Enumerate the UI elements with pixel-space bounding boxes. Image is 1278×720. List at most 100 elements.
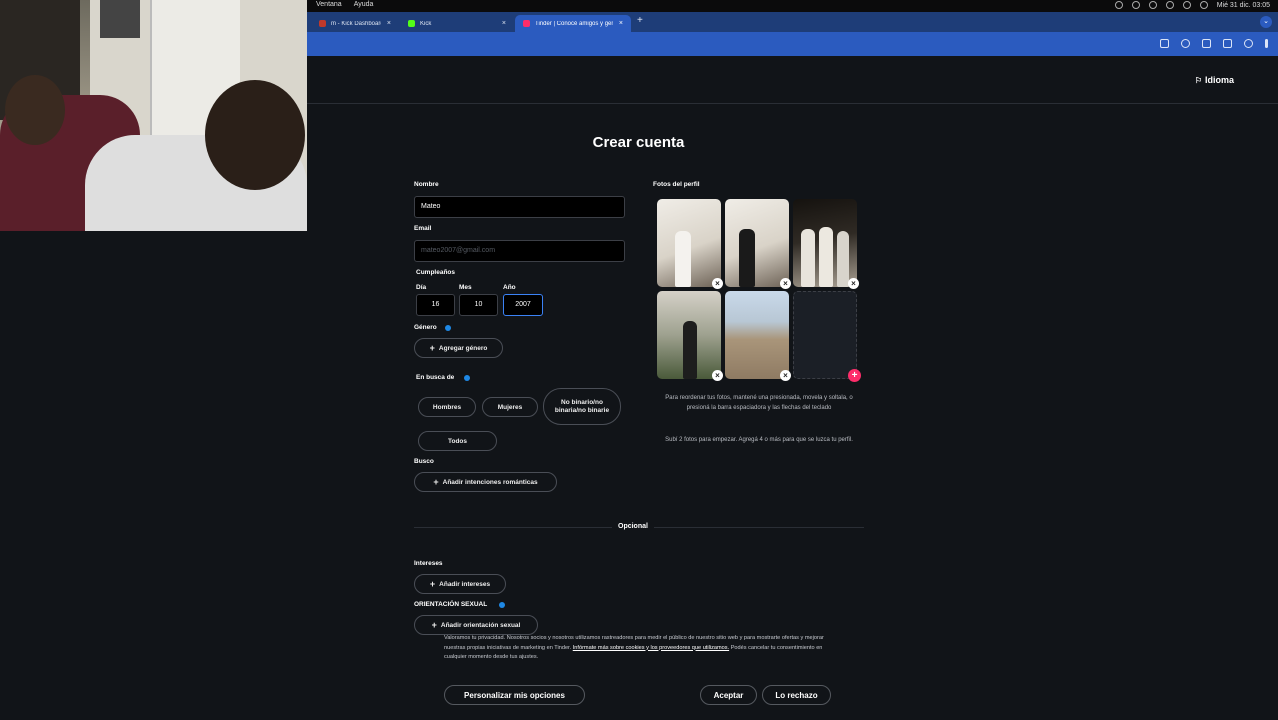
menu-extras-icon[interactable]: [1199, 1, 1208, 9]
cookie-info-link[interactable]: Infórmate más sobre cookies y los provee…: [573, 645, 729, 651]
language-button[interactable]: ⚐ Idioma: [1195, 75, 1234, 85]
photo-figure: [683, 321, 697, 379]
looking-for-info-icon[interactable]: [464, 375, 470, 381]
spotlight-search-icon[interactable]: [1182, 1, 1191, 9]
birthday-label: Cumpleaños: [416, 269, 456, 276]
clock[interactable]: Mié 31 dic. 03:05: [1217, 2, 1270, 9]
add-orientation-label: Añadir orientación sexual: [440, 621, 521, 629]
close-tab-icon[interactable]: ×: [619, 20, 623, 27]
puzzle-icon[interactable]: [1223, 39, 1232, 48]
browser-tab-strip: m - Kick Dashboard × Kick × Tinder | Con…: [307, 12, 1278, 32]
kick-favicon-icon: [408, 20, 415, 27]
day-input[interactable]: 16: [416, 294, 455, 316]
plus-icon: +: [429, 579, 436, 589]
status-icon[interactable]: [1131, 1, 1140, 9]
photos-upload-note: Subí 2 fotos para empezar. Agregá 4 o má…: [665, 437, 853, 443]
profile-photo-1[interactable]: [657, 199, 721, 287]
remove-photo-2-icon[interactable]: ×: [780, 278, 791, 289]
gender-info-icon[interactable]: [445, 325, 451, 331]
add-gender-label: Agregar género: [438, 344, 488, 352]
orientation-label: ORIENTACIÓN SEXUAL: [414, 601, 488, 608]
photo-figure: [819, 227, 833, 287]
webcam-poster: [100, 0, 140, 38]
tab-label: m - Kick Dashboard: [331, 20, 381, 27]
cast-icon[interactable]: [1160, 39, 1169, 48]
empty-photo-slot[interactable]: [793, 291, 857, 379]
tinder-favicon-icon: [523, 20, 530, 27]
cookie-banner-text: Valoramos tu privacidad. Nosotros socios…: [444, 634, 834, 663]
seeking-label: Busco: [414, 458, 434, 465]
looking-for-label: En busca de: [416, 374, 455, 381]
webcam-head-left: [5, 75, 65, 145]
webcam-head-right: [205, 80, 305, 190]
name-label: Nombre: [414, 181, 439, 188]
tab-label: Kick: [420, 20, 432, 27]
menu-ayuda[interactable]: Ayuda: [354, 1, 374, 8]
option-mujeres[interactable]: Mujeres: [482, 397, 538, 417]
translate-icon: ⚐: [1194, 75, 1202, 85]
remove-photo-4-icon[interactable]: ×: [712, 370, 723, 381]
add-romantic-intentions-button[interactable]: + Añadir intenciones románticas: [414, 472, 557, 492]
plus-icon: +: [429, 343, 435, 353]
control-center-icon[interactable]: [1114, 1, 1123, 9]
language-label: Idioma: [1204, 75, 1234, 85]
tab-search-chevron-icon[interactable]: ⌄: [1260, 16, 1272, 28]
year-label: Año: [503, 284, 516, 291]
orientation-info-icon[interactable]: [499, 602, 505, 608]
add-interests-button[interactable]: + Añadir intereses: [414, 574, 506, 594]
accept-cookies-button[interactable]: Aceptar: [700, 685, 757, 705]
profile-photo-2[interactable]: [725, 199, 789, 287]
remove-photo-3-icon[interactable]: ×: [848, 278, 859, 289]
email-label: Email: [414, 225, 432, 232]
reject-cookies-button[interactable]: Lo rechazo: [762, 685, 831, 705]
tab-label: Tinder | Conocé amigos y gen: [535, 20, 613, 27]
email-input[interactable]: mateo2007@gmail.com: [414, 240, 625, 262]
option-todos[interactable]: Todos: [418, 431, 497, 451]
tab-tinder[interactable]: Tinder | Conocé amigos y gen ×: [515, 15, 631, 32]
photo-figure: [801, 229, 815, 287]
option-no-binario[interactable]: No binario/no binaria/no binarie: [543, 388, 621, 425]
plus-icon: +: [431, 620, 437, 630]
photo-figure: [675, 231, 691, 287]
webcam-overlay: [0, 0, 307, 231]
remove-photo-1-icon[interactable]: ×: [712, 278, 723, 289]
page-title: Crear cuenta: [592, 134, 685, 151]
tab-kick[interactable]: Kick ×: [400, 15, 514, 32]
photos-reorder-note: Para reordenar tus fotos, mantené una pr…: [665, 395, 853, 411]
option-hombres[interactable]: Hombres: [418, 397, 476, 417]
profile-photo-4[interactable]: [657, 291, 721, 379]
header-divider: [307, 103, 1278, 104]
extension-icon[interactable]: [1202, 39, 1211, 48]
add-photo-plus-icon[interactable]: +: [848, 369, 861, 382]
interests-label: Intereses: [414, 560, 443, 567]
tinder-signup-page: ⚐ Idioma Crear cuenta Nombre Mateo Email…: [307, 56, 1278, 720]
profile-avatar-icon[interactable]: [1244, 39, 1253, 48]
photo-figure: [837, 231, 849, 287]
close-tab-icon[interactable]: ×: [502, 20, 506, 27]
wifi-icon[interactable]: [1165, 1, 1174, 9]
add-orientation-button[interactable]: + Añadir orientación sexual: [414, 615, 538, 635]
remove-photo-5-icon[interactable]: ×: [780, 370, 791, 381]
menu-ventana[interactable]: Ventana: [316, 1, 342, 8]
profile-photo-3[interactable]: [793, 199, 857, 287]
name-input[interactable]: Mateo: [414, 196, 625, 218]
close-tab-icon[interactable]: ×: [387, 20, 391, 27]
photos-label: Fotos del perfil: [653, 181, 700, 188]
kebab-menu-icon[interactable]: [1265, 39, 1268, 48]
focus-moon-icon[interactable]: [1148, 1, 1157, 9]
day-label: Día: [416, 284, 427, 291]
new-tab-plus-icon[interactable]: +: [637, 15, 643, 26]
add-gender-button[interactable]: + Agregar género: [414, 338, 503, 358]
browser-toolbar: [307, 32, 1278, 56]
add-romantic-intentions-label: Añadir intenciones románticas: [442, 478, 538, 486]
year-input[interactable]: 2007: [503, 294, 543, 316]
add-interests-label: Añadir intereses: [439, 580, 491, 588]
bookmark-star-icon[interactable]: [1181, 39, 1190, 48]
tab-kick-dashboard[interactable]: m - Kick Dashboard ×: [311, 15, 399, 32]
optional-label: Opcional: [612, 523, 654, 530]
month-input[interactable]: 10: [459, 294, 498, 316]
customize-options-button[interactable]: Personalizar mis opciones: [444, 685, 585, 705]
kick-dashboard-favicon-icon: [319, 20, 326, 27]
photo-figure: [739, 229, 755, 287]
profile-photo-5[interactable]: [725, 291, 789, 379]
